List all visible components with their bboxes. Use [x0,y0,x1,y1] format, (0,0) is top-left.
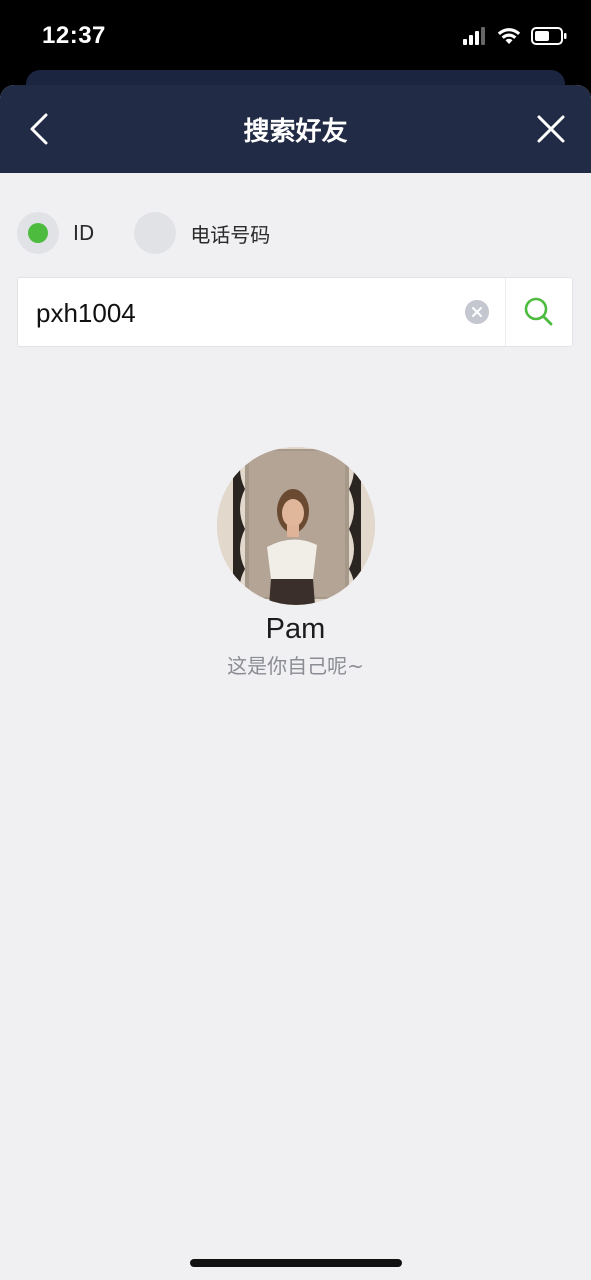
close-icon[interactable] [533,111,569,147]
battery-icon [531,27,567,45]
radio-option-id[interactable]: ID [17,212,94,254]
profile-name: Pam [265,613,326,645]
navbar: 搜索好友 [0,85,591,173]
radio-option-phone[interactable]: 电话号码 [134,212,270,254]
radio-label-id: ID [73,221,95,245]
avatar[interactable] [216,447,375,605]
search-friends-sheet: 搜索好友 ID 电话号码 pxh1004 Pam 这是你自己呢~ [0,85,591,1280]
search-result: Pam 这是你自己呢~ [0,447,591,679]
home-indicator [190,1259,402,1267]
cellular-signal-icon [463,27,485,45]
status-time: 12:37 [42,22,106,49]
search-box [17,277,573,348]
search-icon[interactable] [506,278,572,346]
page-title: 搜索好友 [243,117,348,147]
wifi-icon [497,28,521,44]
clear-circle-icon[interactable] [465,300,489,324]
radio-button-id[interactable] [17,212,59,254]
profile-note: 这是你自己呢~ [227,654,364,678]
radio-button-phone[interactable] [134,212,177,254]
search-input[interactable] [34,278,468,348]
search-type-selector: ID 电话号码 [17,212,270,254]
radio-label-phone: 电话号码 [190,222,271,247]
avatar-image [216,447,375,605]
status-bar: 12:37 [0,0,591,70]
radio-selected-dot [28,223,48,243]
status-icons [463,24,567,48]
